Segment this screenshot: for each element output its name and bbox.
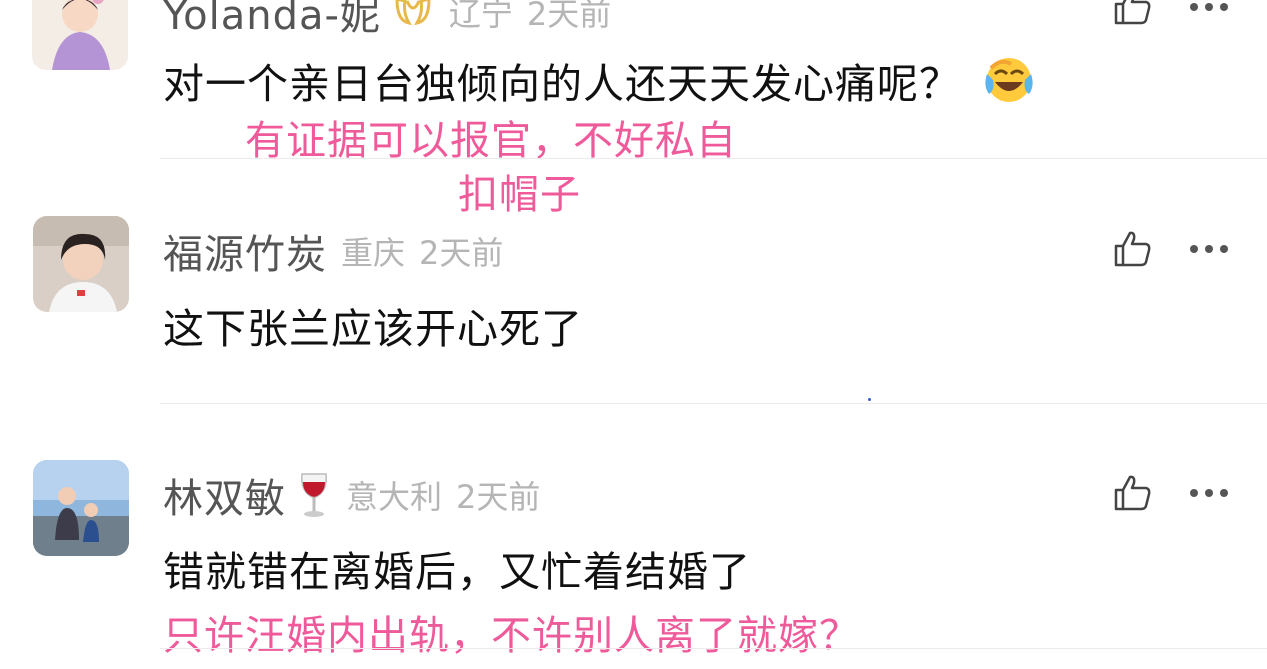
comment-body: 对一个亲日台独倾向的人还天天发心痛呢？	[163, 60, 961, 108]
thumbs-up-icon[interactable]	[1110, 228, 1156, 270]
divider	[160, 648, 1267, 649]
username[interactable]: 林双敏	[163, 466, 286, 524]
comment-meta: 林双敏 意大利 2天前	[163, 466, 540, 524]
pink-annotation: 扣帽子	[458, 172, 581, 218]
avatar[interactable]	[33, 460, 129, 556]
timestamp: 2天前	[419, 234, 504, 272]
more-dots-icon[interactable]	[1186, 234, 1232, 264]
timestamp: 2天前	[456, 478, 541, 516]
divider	[160, 158, 1267, 159]
laughing-crying-emoji-icon	[981, 54, 1037, 106]
gold-badge-icon	[391, 0, 435, 29]
thumbs-up-icon[interactable]	[1110, 472, 1156, 514]
location: 意大利	[346, 478, 443, 516]
username[interactable]: Yolanda-妮	[163, 0, 381, 41]
thumbs-up-icon[interactable]	[1110, 0, 1156, 28]
username[interactable]: 福源竹炭	[163, 222, 327, 280]
comment-body: 错就错在离婚后，又忙着结婚了	[163, 548, 751, 596]
comment-text: 对一个亲日台独倾向的人还天天发心痛呢？	[163, 50, 1037, 110]
pink-annotation: 只许汪婚内出轨，不许别人离了就嫁？	[163, 613, 860, 659]
avatar[interactable]	[33, 216, 129, 312]
wine-glass-icon	[296, 470, 332, 520]
comment-text: 错就错在离婚后，又忙着结婚了	[163, 538, 751, 598]
more-dots-icon[interactable]	[1186, 478, 1232, 508]
more-dots-icon[interactable]	[1186, 0, 1232, 22]
comment-text: 这下张兰应该开心死了	[163, 295, 583, 355]
divider	[160, 403, 1267, 404]
comment-body: 这下张兰应该开心死了	[163, 305, 583, 353]
timestamp: 2天前	[526, 0, 612, 33]
location: 辽宁	[448, 0, 513, 33]
location: 重庆	[341, 234, 406, 272]
comment-meta: 福源竹炭 重庆 2天前	[163, 222, 503, 280]
decorative-dot	[868, 398, 871, 401]
avatar[interactable]	[32, 0, 128, 70]
comment-meta: Yolanda-妮 辽宁 2天前	[163, 0, 611, 41]
